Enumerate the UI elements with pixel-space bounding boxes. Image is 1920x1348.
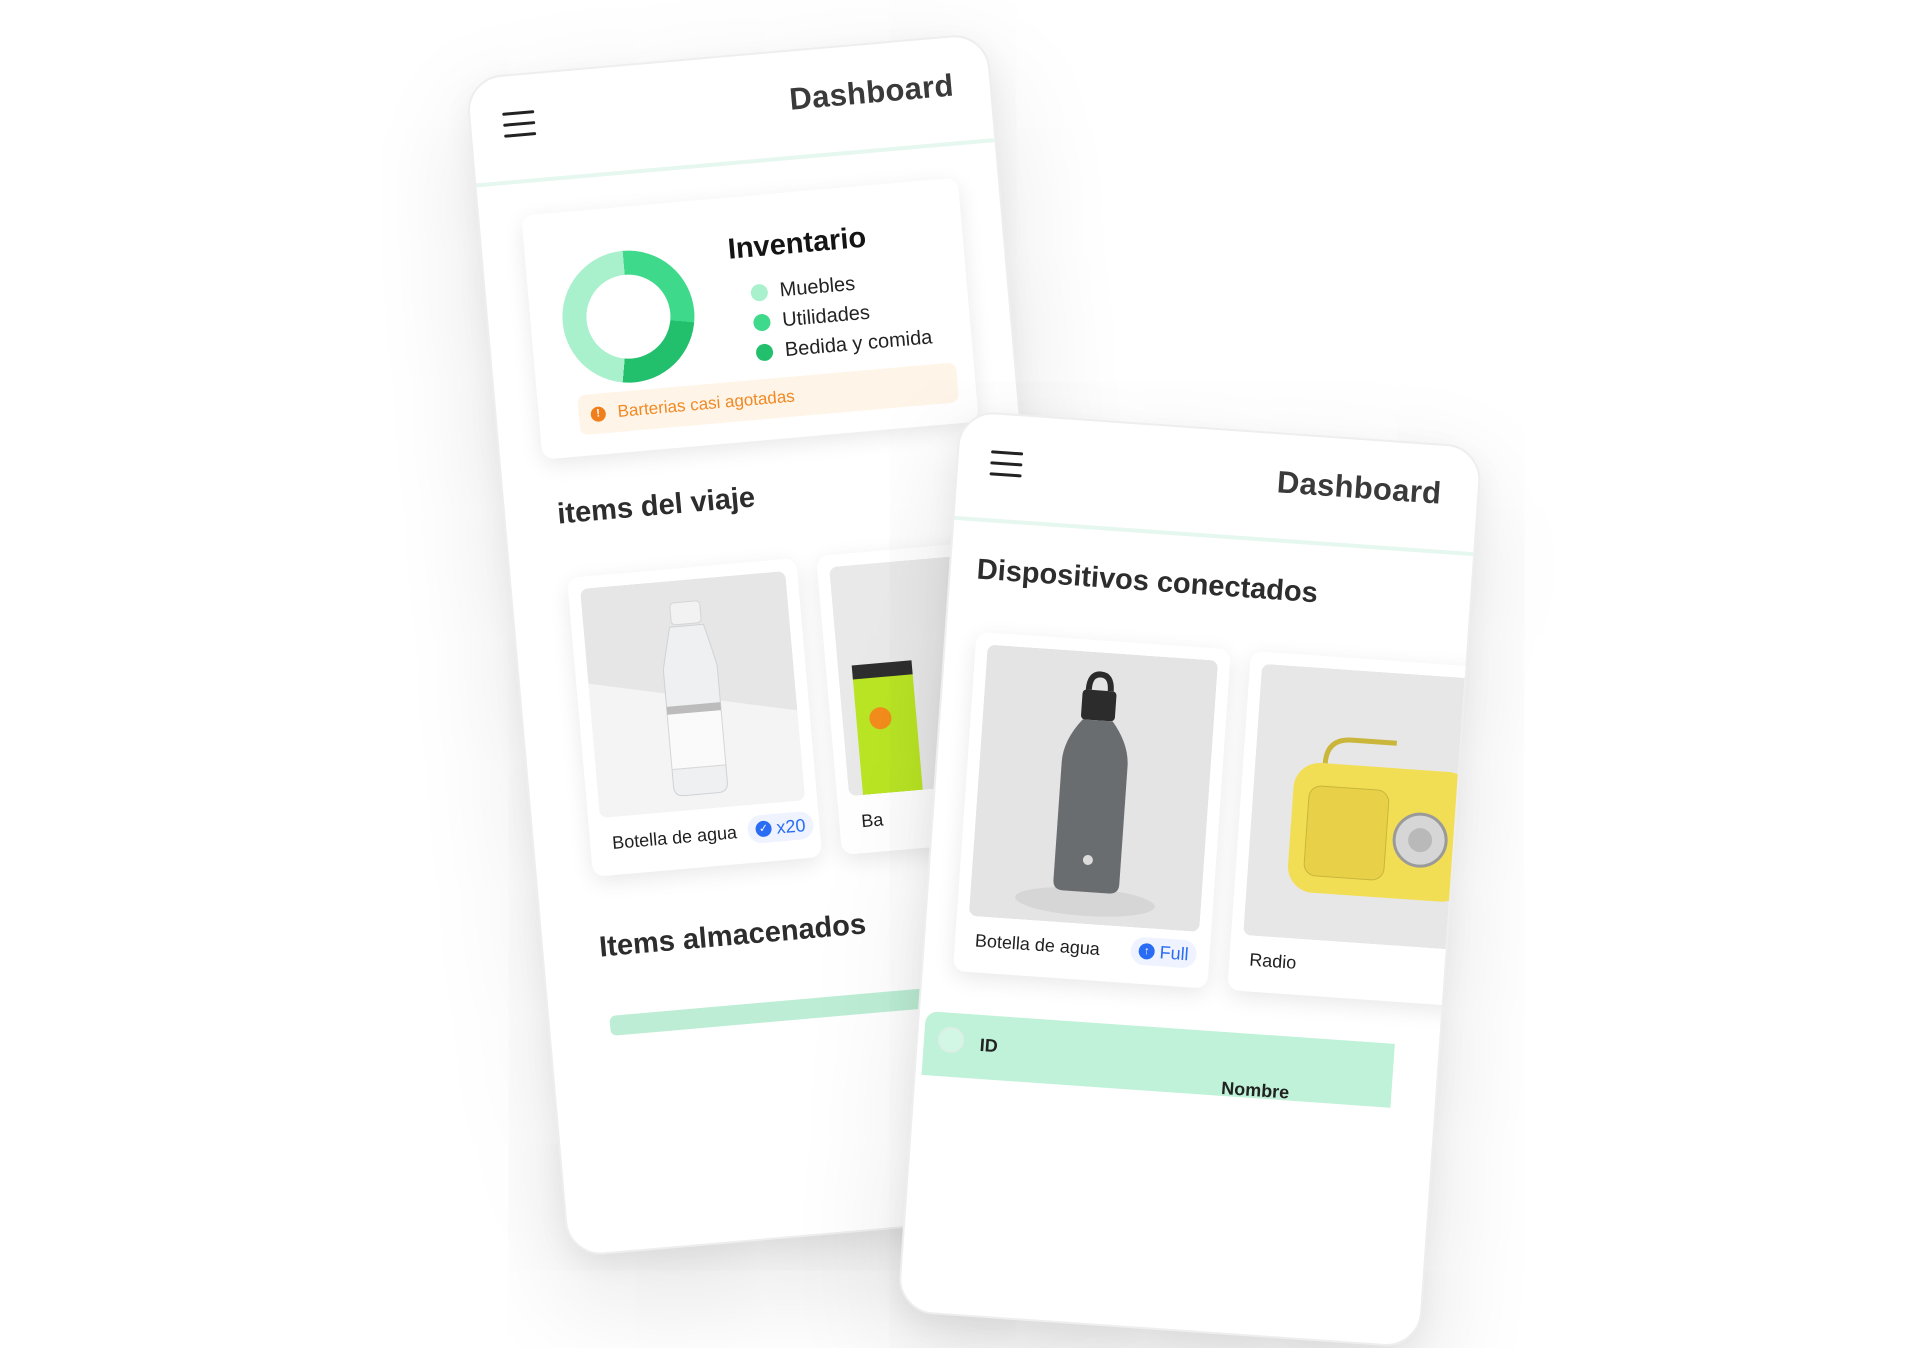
legend-dot (752, 312, 772, 332)
inventory-donut-chart (556, 245, 700, 389)
select-all-checkbox[interactable] (937, 1026, 965, 1054)
product-name: Ba (860, 809, 885, 832)
legend-label: Muebles (778, 272, 856, 301)
column-header-id[interactable]: ID (979, 1035, 998, 1057)
section-title-devices: Dispositivos conectados (975, 553, 1319, 610)
devices-table-header: ID Nombre (921, 1011, 1395, 1108)
metal-bottle-image (968, 644, 1219, 932)
alert-text: Barterias casi agotadas (616, 386, 796, 421)
inventory-legend: Muebles Utilidades Bedida y comida (750, 263, 934, 368)
top-bar: Dashboard (954, 412, 1481, 557)
quantity-badge: ✓ x20 (746, 810, 815, 845)
phone-right: Dashboard Dispositivos conectados Botell… (896, 410, 1483, 1348)
legend-dot (755, 342, 774, 362)
status-badge: ↑ Full (1129, 936, 1198, 969)
section-title-trip-items: items del viaje (556, 481, 757, 531)
product-name: Botella de agua (974, 930, 1101, 960)
inventory-title: Inventario (726, 221, 868, 266)
device-card[interactable]: Radio (1227, 650, 1483, 1008)
legend-dot (750, 282, 769, 302)
alert-circle-icon: ! (590, 405, 607, 422)
hamburger-menu-icon[interactable] (989, 450, 1024, 478)
device-card[interactable]: Botella de agua ↑ Full (952, 631, 1231, 989)
product-name: Radio (1248, 949, 1297, 973)
column-header-nombre[interactable]: Nombre (1221, 1078, 1290, 1104)
badge-text: x20 (775, 814, 807, 838)
radio-image (1243, 663, 1483, 952)
water-bottle-image (579, 570, 806, 819)
section-title-stored-items: Items almacenados (597, 908, 868, 964)
page-title: Dashboard (1275, 464, 1443, 511)
check-circle-icon: ✓ (754, 820, 773, 838)
page-title: Dashboard (787, 67, 955, 117)
inventory-card: Inventario Muebles Utilidades Bedida y c… (521, 177, 979, 460)
legend-label: Utilidades (781, 301, 871, 331)
hamburger-menu-icon[interactable] (502, 110, 537, 139)
product-name: Botella de agua (611, 822, 738, 854)
badge-text: Full (1158, 941, 1190, 964)
arrow-up-circle-icon: ↑ (1138, 942, 1156, 960)
top-bar: Dashboard (467, 34, 995, 188)
trip-item-card[interactable]: Botella de agua ✓ x20 (566, 557, 823, 877)
